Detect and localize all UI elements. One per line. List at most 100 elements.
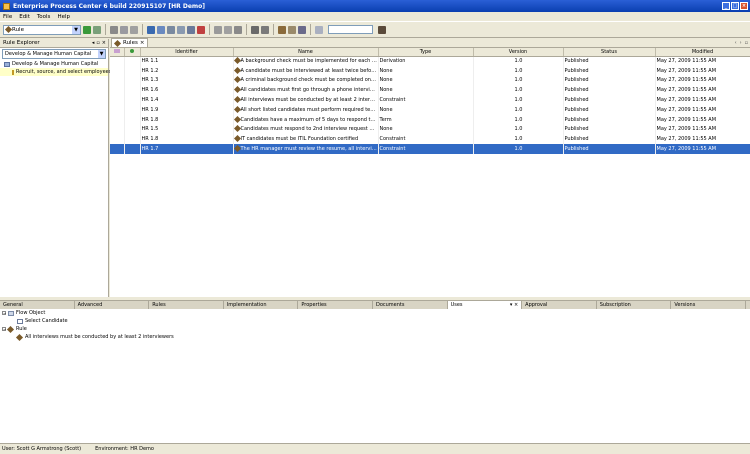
window-controls: _ □ × <box>722 2 748 10</box>
cell-modified: May 27, 2009 11:55 AM <box>655 124 750 135</box>
explorer-combo[interactable]: Develop & Manage Human Capital ▼ <box>2 49 106 59</box>
binoculars-icon[interactable] <box>378 25 386 34</box>
tree-item[interactable]: − Flow Object <box>0 309 750 317</box>
table-row[interactable]: HR 1.2 A candidate must be interviewed at… <box>110 65 750 76</box>
header-modified[interactable]: Modified <box>655 48 750 57</box>
settings-icon[interactable] <box>251 25 259 34</box>
tab-advanced[interactable]: Advanced <box>75 301 150 309</box>
paste-icon[interactable] <box>177 25 185 34</box>
tab-subscription[interactable]: Subscription <box>597 301 672 309</box>
table-row[interactable]: HR 1.8 Candidates have a maximum of 5 day… <box>110 114 750 125</box>
print-icon[interactable] <box>110 25 118 34</box>
minimize-button[interactable]: _ <box>722 2 730 10</box>
chevron-down-icon[interactable]: ▼ <box>98 50 105 58</box>
tab-rules[interactable]: Rules <box>149 301 224 309</box>
title-bar: Enterprise Process Center 6 build 220915… <box>0 0 750 12</box>
chevron-down-icon[interactable]: ▼ <box>72 25 80 34</box>
toolbar-separator <box>105 24 106 35</box>
tree-item[interactable]: All interviews must be conducted by at l… <box>0 333 750 341</box>
table-row[interactable]: HR 1.9 All short listed candidates must p… <box>110 104 750 115</box>
close-button[interactable]: × <box>740 2 748 10</box>
rule-icon <box>233 57 241 65</box>
tab-documents[interactable]: Documents <box>373 301 448 309</box>
type-combo[interactable]: Rule ▼ <box>3 24 81 35</box>
row-status-cell <box>124 124 141 135</box>
open-icon[interactable] <box>93 25 101 34</box>
copy-icon[interactable] <box>167 25 175 34</box>
tab-versions[interactable]: Versions <box>671 301 746 309</box>
filter-icon[interactable] <box>234 25 242 34</box>
table-row[interactable]: HR 1.8 IT candidates must be ITIL Foundat… <box>110 134 750 145</box>
undo-icon[interactable] <box>187 25 195 34</box>
tree-item[interactable]: Develop & Manage Human Capital <box>0 60 108 68</box>
maximize-button[interactable]: □ <box>731 2 739 10</box>
cell-name: All interviews must be conducted by at l… <box>233 95 379 105</box>
tab-properties[interactable]: Properties <box>298 301 373 309</box>
header-status[interactable]: Status <box>563 48 656 57</box>
tools-icon[interactable] <box>278 25 286 34</box>
tab-rules[interactable]: Rules × <box>111 38 149 47</box>
new-icon[interactable] <box>83 25 91 34</box>
menu-edit[interactable]: Edit <box>19 14 30 20</box>
details-tabstrip: General Advanced Rules Implementation Proper… <box>0 300 750 309</box>
header-name[interactable]: Name <box>233 48 379 57</box>
export-icon[interactable] <box>130 25 138 34</box>
tree-item[interactable]: − Rule <box>0 325 750 333</box>
cell-type: Term <box>378 114 474 125</box>
row-status-cell <box>124 65 141 76</box>
folder-icon[interactable] <box>288 25 296 34</box>
menu-bar: File Edit Tools Help <box>0 12 750 21</box>
comment-icon[interactable] <box>315 25 323 34</box>
tab-general[interactable]: General <box>0 301 75 309</box>
chevron-left-icon[interactable]: ‹ <box>735 40 737 46</box>
rule-icon <box>233 76 241 84</box>
header-type[interactable]: Type <box>378 48 474 57</box>
refresh-icon[interactable] <box>261 25 269 34</box>
preview-icon[interactable] <box>120 25 128 34</box>
row-status-cell <box>124 56 141 66</box>
pin-icon[interactable]: ◂ <box>92 40 95 46</box>
delete-icon[interactable] <box>197 25 205 34</box>
tab-uses[interactable]: Uses ▾ × <box>447 301 523 309</box>
hammer-icon[interactable] <box>298 25 306 34</box>
tab-list-icon[interactable]: ▫ <box>745 40 748 46</box>
table-row[interactable]: HR 1.7 The HR manager must review the res… <box>110 144 750 154</box>
table-row[interactable]: HR 1.4 All interviews must be conducted b… <box>110 95 750 105</box>
header-version[interactable]: Version <box>473 48 564 57</box>
header-status-col[interactable] <box>124 48 141 57</box>
cell-status: Published <box>563 114 656 125</box>
rule-icon <box>233 86 241 94</box>
menu-help[interactable]: Help <box>57 14 70 20</box>
tab-label: Rules <box>152 302 166 308</box>
tree-item[interactable]: Select Candidate <box>0 317 750 325</box>
toolbar-separator <box>273 24 274 35</box>
table-row[interactable]: HR 1.6 All candidates must first go throu… <box>110 85 750 96</box>
tab-close-icon[interactable]: ▾ × <box>510 302 518 308</box>
table-row[interactable]: HR 1.5 Candidates must respond to 2nd int… <box>110 124 750 135</box>
cell-name: All candidates must first go through a p… <box>233 85 379 96</box>
dock-icon[interactable]: ▫ <box>96 40 99 46</box>
flow-object-icon <box>8 310 14 316</box>
find-icon[interactable] <box>224 25 232 34</box>
panel-close-icon[interactable]: × <box>102 40 106 46</box>
collapse-icon[interactable]: − <box>2 327 6 332</box>
tab-approval[interactable]: Approval <box>522 301 597 309</box>
cut-icon[interactable] <box>214 25 222 34</box>
table-row[interactable]: HR 1.3 A criminal background check must b… <box>110 75 750 86</box>
toolbar: Rule ▼ <box>0 21 750 38</box>
tab-implementation[interactable]: Implementation <box>224 301 299 309</box>
header-flag-col[interactable] <box>110 48 125 57</box>
header-identifier[interactable]: Identifier <box>140 48 234 57</box>
chevron-right-icon[interactable]: › <box>740 40 742 46</box>
menu-file[interactable]: File <box>3 14 12 20</box>
search-input[interactable] <box>328 25 373 34</box>
tab-close-icon[interactable]: × <box>140 40 145 46</box>
save-all-icon[interactable] <box>157 25 165 34</box>
table-row[interactable]: HR 1.1 A background check must be impleme… <box>110 56 750 66</box>
menu-tools[interactable]: Tools <box>37 14 51 20</box>
collapse-icon[interactable]: − <box>2 311 6 316</box>
tree-item[interactable]: Recruit, source, and select employees <box>0 68 111 76</box>
rule-icon <box>233 96 241 104</box>
rules-table: Identifier Name Type Version Status Modi… <box>110 48 750 154</box>
save-icon[interactable] <box>147 25 155 34</box>
